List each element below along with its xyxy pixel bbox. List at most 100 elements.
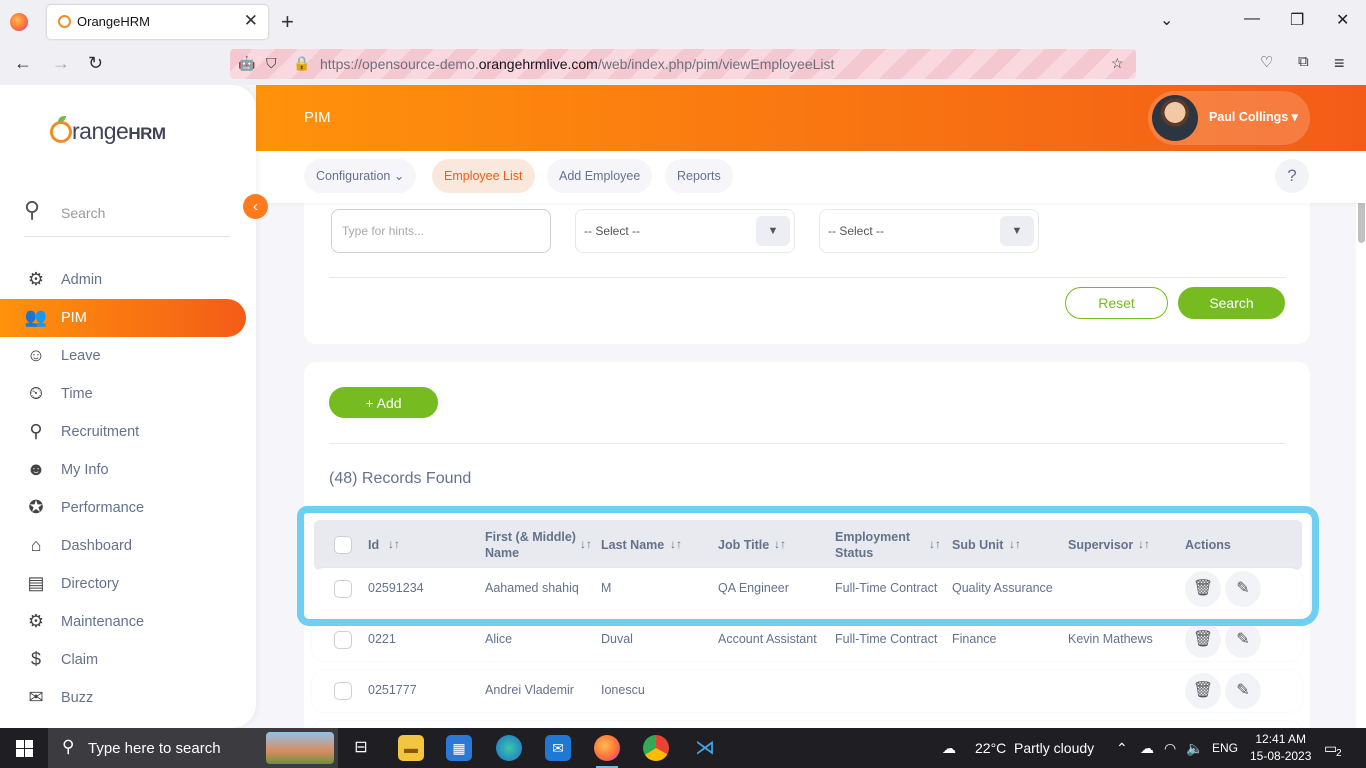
- forward-icon[interactable]: →: [52, 53, 70, 74]
- sidebar-item-pim[interactable]: 👥 PIM: [0, 299, 246, 337]
- close-window-icon[interactable]: ✕: [1336, 10, 1349, 30]
- restore-icon[interactable]: ❐: [1290, 10, 1304, 30]
- header-first-name[interactable]: First (& Middle) Name: [485, 529, 576, 561]
- delete-icon[interactable]: 🗑: [1185, 571, 1221, 607]
- add-button[interactable]: + Add: [329, 387, 438, 418]
- reset-button[interactable]: Reset: [1065, 287, 1168, 319]
- pocket-icon[interactable]: ♡: [1260, 53, 1273, 71]
- row-checkbox[interactable]: [334, 682, 352, 700]
- taskbar-search[interactable]: ⚲ Type here to search: [48, 728, 338, 768]
- show-hidden-icons-icon[interactable]: ⌃: [1116, 740, 1128, 757]
- sidebar-item-time[interactable]: ⏲ Time: [0, 375, 246, 413]
- reload-icon[interactable]: ↻: [88, 53, 103, 74]
- collapse-sidebar-button[interactable]: ‹: [243, 194, 268, 219]
- delete-icon[interactable]: 🗑: [1185, 673, 1221, 709]
- firefox-icon[interactable]: [10, 13, 28, 31]
- table-row[interactable]: 02591234 Aahamed shahiq M QA Engineer Fu…: [312, 568, 1302, 610]
- edge-icon[interactable]: [496, 735, 522, 761]
- sidebar-item-performance[interactable]: ✪ Performance: [0, 489, 246, 527]
- table-row[interactable]: 0221 Alice Duval Account Assistant Full-…: [312, 619, 1302, 661]
- tab-employee-list[interactable]: Employee List: [432, 159, 535, 193]
- sidebar-item-admin[interactable]: ⚙ Admin: [0, 261, 246, 299]
- edit-icon[interactable]: ✎: [1225, 571, 1261, 607]
- weather-icon[interactable]: ☁: [942, 740, 956, 757]
- tab-configuration[interactable]: Configuration ⌄: [304, 159, 417, 193]
- row-checkbox[interactable]: [334, 580, 352, 598]
- new-tab-icon[interactable]: +: [281, 9, 294, 35]
- header-last-name[interactable]: Last Name: [601, 537, 664, 553]
- language-indicator[interactable]: ENG: [1212, 741, 1238, 755]
- task-view-icon[interactable]: ⊟: [348, 735, 374, 761]
- user-dropdown[interactable]: Paul Collings ▾: [1148, 91, 1310, 145]
- delete-icon[interactable]: 🗑: [1185, 622, 1221, 658]
- shield-icon[interactable]: ⛉: [266, 55, 277, 72]
- sort-icon[interactable]: ↓↑: [1138, 537, 1150, 551]
- wifi-icon[interactable]: ◠: [1164, 740, 1176, 757]
- header-employment-status[interactable]: Employment Status: [835, 529, 910, 561]
- table-row[interactable]: [312, 721, 1302, 728]
- sort-icon[interactable]: ↓↑: [670, 537, 682, 551]
- sidebar-item-dashboard[interactable]: ⌂ Dashboard: [0, 527, 246, 565]
- employee-name-input[interactable]: Type for hints...: [331, 209, 551, 253]
- extensions-icon[interactable]: ⧉: [1298, 53, 1309, 70]
- lock-icon[interactable]: 🔒: [293, 55, 310, 72]
- header-sub-unit[interactable]: Sub Unit: [952, 537, 1003, 553]
- sidebar-item-buzz[interactable]: ✉ Buzz: [0, 679, 246, 717]
- minimize-icon[interactable]: —: [1244, 10, 1260, 28]
- address-bar[interactable]: 🤖 ⛉ 🔒 https://opensource-demo.orangehrml…: [230, 49, 1136, 79]
- sidebar-search-placeholder: Search: [61, 205, 106, 221]
- onedrive-icon[interactable]: ☁: [1140, 740, 1154, 757]
- employment-status-select[interactable]: -- Select -- ▼: [575, 209, 795, 253]
- edit-icon[interactable]: ✎: [1225, 673, 1261, 709]
- sort-icon[interactable]: ↓↑: [580, 537, 592, 551]
- back-icon[interactable]: ←: [14, 53, 32, 74]
- chrome-icon[interactable]: [643, 735, 669, 761]
- tab-list-chevron-icon[interactable]: ⌄: [1160, 10, 1173, 30]
- search-button[interactable]: Search: [1178, 287, 1285, 319]
- nav-bar: ← → ↻ 🤖 ⛉ 🔒 https://opensource-demo.oran…: [0, 44, 1366, 85]
- cell-job-title: Account Assistant: [718, 632, 817, 646]
- sidebar-item-recruitment[interactable]: ⚲ Recruitment: [0, 413, 246, 451]
- sidebar-item-my-info[interactable]: ☻ My Info: [0, 451, 246, 489]
- header-id[interactable]: Id: [368, 537, 379, 553]
- windows-start-icon[interactable]: [16, 740, 33, 757]
- file-explorer-icon[interactable]: ▬: [398, 735, 424, 761]
- sidebar-item-maintenance[interactable]: ⚙ Maintenance: [0, 603, 246, 641]
- sort-icon[interactable]: ↓↑: [774, 537, 786, 551]
- tab-reports[interactable]: Reports: [665, 159, 733, 193]
- sort-icon[interactable]: ↓↑: [388, 537, 400, 551]
- top-header: PIM Paul Collings ▾: [256, 85, 1366, 151]
- tab-label: Reports: [677, 169, 721, 183]
- select-all-checkbox[interactable]: [334, 536, 352, 554]
- firefox-taskbar-icon[interactable]: [594, 735, 620, 768]
- volume-icon[interactable]: 🔈: [1186, 740, 1203, 757]
- header-supervisor[interactable]: Supervisor: [1068, 537, 1133, 553]
- store-icon[interactable]: ▦: [446, 735, 472, 761]
- weather-temp[interactable]: 22°C: [975, 740, 1006, 756]
- browser-tab[interactable]: OrangeHRM ✕: [47, 5, 268, 39]
- bookmark-star-icon[interactable]: ☆: [1111, 55, 1124, 72]
- orangehrm-logo[interactable]: rangeHRM: [50, 116, 166, 145]
- sidebar-item-leave[interactable]: ☺ Leave: [0, 337, 246, 375]
- sidebar-item-directory[interactable]: ▤ Directory: [0, 565, 246, 603]
- sidebar-item-claim[interactable]: $ Claim: [0, 641, 246, 679]
- url-text[interactable]: https://opensource-demo.orangehrmlive.co…: [320, 56, 834, 72]
- header-job-title[interactable]: Job Title: [718, 537, 769, 553]
- table-row[interactable]: 0251777 Andrei Vlademir Ionescu 🗑 ✎: [312, 670, 1302, 712]
- weather-text[interactable]: Partly cloudy: [1014, 740, 1094, 756]
- vscode-icon[interactable]: ⋊: [692, 735, 718, 761]
- sort-icon[interactable]: ↓↑: [929, 537, 941, 551]
- mail-icon[interactable]: ✉: [545, 735, 571, 761]
- edit-icon[interactable]: ✎: [1225, 622, 1261, 658]
- row-checkbox[interactable]: [334, 631, 352, 649]
- tab-add-employee[interactable]: Add Employee: [547, 159, 653, 193]
- help-button[interactable]: ?: [1275, 159, 1309, 193]
- include-select[interactable]: -- Select -- ▼: [819, 209, 1039, 253]
- close-tab-icon[interactable]: ✕: [244, 11, 258, 31]
- clock[interactable]: 12:41 AM 15-08-2023: [1250, 731, 1311, 765]
- menu-icon[interactable]: ≡: [1334, 53, 1345, 74]
- sidebar-item-label: Buzz: [61, 690, 94, 706]
- leave-icon: ☺: [26, 345, 46, 365]
- sidebar-search[interactable]: ⚲ Search: [24, 197, 230, 237]
- sort-icon[interactable]: ↓↑: [1009, 537, 1021, 551]
